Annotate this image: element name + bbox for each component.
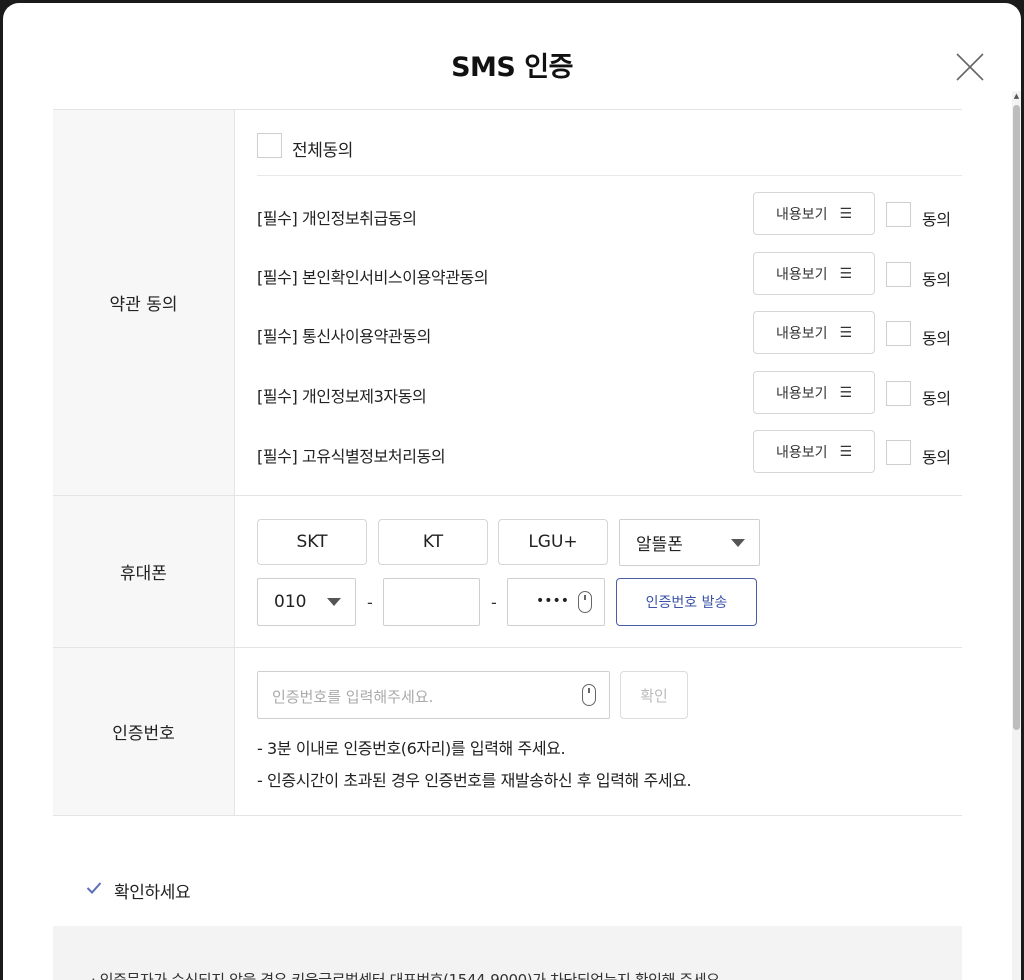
notice-text: · 인증문자가 수신되지 않을 경우 키움글로벌센터 대표번호(1544-900…: [91, 971, 724, 980]
view-terms-button[interactable]: 내용보기 ☰: [753, 252, 875, 295]
agree-label: 동의: [922, 448, 951, 467]
phone-separator: -: [491, 593, 497, 612]
view-terms-button[interactable]: 내용보기 ☰: [753, 371, 875, 414]
view-terms-label: 내용보기: [775, 444, 828, 461]
view-terms-button[interactable]: 내용보기 ☰: [753, 192, 875, 235]
phone-last-input[interactable]: ••••: [507, 578, 605, 626]
check-title: 확인하세요: [114, 883, 191, 903]
mvno-select[interactable]: 알뜰폰: [619, 519, 760, 566]
carrier-skt-button[interactable]: SKT: [257, 519, 367, 565]
menu-icon: ☰: [839, 324, 853, 341]
masked-value: ••••: [536, 593, 570, 609]
view-terms-button[interactable]: 내용보기 ☰: [753, 430, 875, 473]
term-label: [필수] 통신사이용약관동의: [257, 327, 431, 346]
agree-checkbox[interactable]: [886, 381, 911, 406]
carrier-kt-button[interactable]: KT: [378, 519, 488, 565]
scroll-up-icon[interactable]: ▲: [1012, 91, 1021, 101]
chevron-down-icon: [731, 539, 745, 547]
verify-section-label: 인증번호: [53, 648, 235, 815]
menu-icon: ☰: [839, 384, 853, 401]
divider: [257, 175, 962, 176]
divider: [53, 815, 962, 816]
modal-title: SMS 인증: [451, 52, 573, 83]
secure-keypad-icon[interactable]: [582, 684, 596, 706]
agree-label: 동의: [922, 270, 951, 289]
scrollbar-thumb[interactable]: [1013, 105, 1020, 730]
carrier-lgu-button[interactable]: LGU+: [498, 519, 608, 565]
view-terms-label: 내용보기: [775, 266, 828, 283]
terms-section-label: 약관 동의: [53, 110, 235, 495]
term-label: [필수] 고유식별정보처리동의: [257, 447, 446, 466]
all-agree-checkbox[interactable]: [257, 133, 282, 158]
term-label: [필수] 개인정보취급동의: [257, 209, 417, 228]
phone-prefix-select[interactable]: 010: [257, 578, 356, 626]
agree-label: 동의: [922, 210, 951, 229]
agree-checkbox[interactable]: [886, 202, 911, 227]
phone-prefix-value: 010: [274, 592, 307, 612]
menu-icon: ☰: [839, 205, 853, 222]
scrollbar[interactable]: ▲: [1012, 91, 1021, 980]
menu-icon: ☰: [839, 265, 853, 282]
check-icon: [86, 882, 102, 894]
verify-note: - 3분 이내로 인증번호(6자리)를 입력해 주세요.: [257, 739, 566, 758]
chevron-down-icon: [327, 598, 341, 606]
send-code-button[interactable]: 인증번호 발송: [616, 578, 757, 626]
term-label: [필수] 개인정보제3자동의: [257, 387, 427, 406]
mvno-select-value: 알뜰폰: [636, 535, 683, 555]
verify-code-placeholder: 인증번호를 입력해주세요.: [272, 688, 434, 706]
agree-label: 동의: [922, 329, 951, 348]
view-terms-label: 내용보기: [775, 325, 828, 342]
close-icon[interactable]: [952, 49, 988, 85]
phone-section-label: 휴대폰: [53, 496, 235, 647]
agree-checkbox[interactable]: [886, 440, 911, 465]
confirm-code-button[interactable]: 확인: [620, 671, 688, 719]
agree-label: 동의: [922, 389, 951, 408]
view-terms-button[interactable]: 내용보기 ☰: [753, 311, 875, 354]
term-label: [필수] 본인확인서비스이용약관동의: [257, 268, 489, 287]
verify-note: - 인증시간이 초과된 경우 인증번호를 재발송하신 후 입력해 주세요.: [257, 771, 692, 790]
view-terms-label: 내용보기: [775, 385, 828, 402]
notice-box: · 인증문자가 수신되지 않을 경우 키움글로벌센터 대표번호(1544-900…: [53, 926, 962, 980]
phone-separator: -: [367, 593, 373, 612]
all-agree-label: 전체동의: [292, 141, 353, 161]
secure-keypad-icon[interactable]: [578, 591, 592, 613]
view-terms-label: 내용보기: [775, 206, 828, 223]
sms-auth-modal: SMS 인증 약관 동의 전체동의 [필수] 개인정보취급동의 내용보기 ☰ 동의…: [3, 3, 1021, 980]
agree-checkbox[interactable]: [886, 321, 911, 346]
phone-middle-input[interactable]: [383, 578, 480, 626]
verify-code-input[interactable]: 인증번호를 입력해주세요.: [257, 671, 610, 719]
agree-checkbox[interactable]: [886, 262, 911, 287]
menu-icon: ☰: [839, 443, 853, 460]
